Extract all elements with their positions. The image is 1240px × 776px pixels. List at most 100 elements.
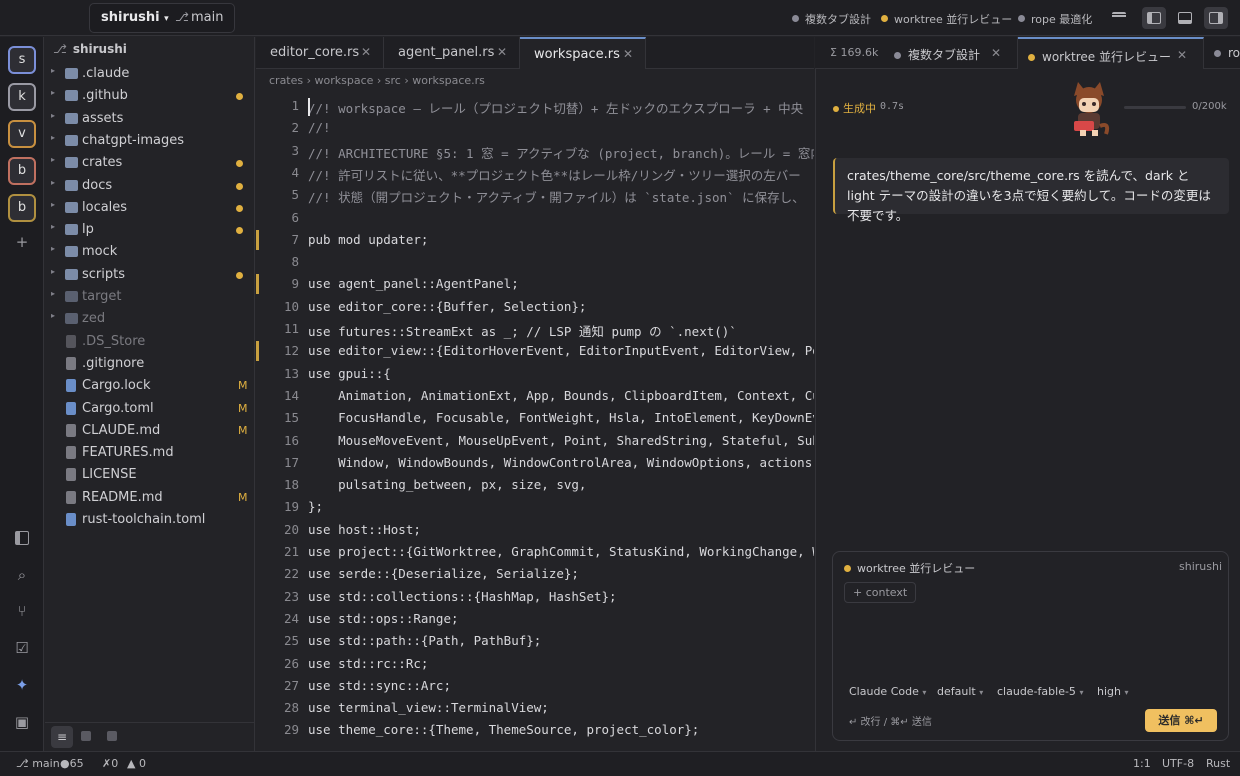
encoding[interactable]: UTF-8 bbox=[1162, 757, 1194, 770]
tree-item[interactable]: ▸ mock bbox=[46, 241, 254, 263]
code-line: use std::sync::Arc; bbox=[308, 677, 451, 693]
line-number: 4 bbox=[291, 164, 299, 180]
close-icon[interactable]: ✕ bbox=[497, 45, 507, 59]
agent-icon[interactable]: ✦ bbox=[13, 676, 31, 694]
elapsed-time: 0.7s bbox=[880, 101, 905, 112]
tree-item[interactable]: LICENSE bbox=[46, 464, 254, 486]
changes-count[interactable]: ●65 bbox=[60, 757, 84, 770]
grid-view-icon[interactable] bbox=[81, 731, 91, 741]
tree-item[interactable]: ▸ chatgpt-images bbox=[46, 130, 254, 152]
add-context-button[interactable]: + context bbox=[844, 582, 917, 603]
tree-item-label: FEATURES.md bbox=[82, 445, 174, 461]
tree-item[interactable]: ▸ zed bbox=[46, 308, 254, 330]
tab-agent-panel[interactable]: agent_panel.rs ✕ bbox=[384, 37, 520, 69]
tree-item[interactable]: ▸ target bbox=[46, 286, 254, 308]
workspace-k[interactable]: k bbox=[8, 83, 36, 111]
tree-item[interactable]: ▸ scripts bbox=[46, 264, 254, 286]
toggle-right-dock-button[interactable] bbox=[1204, 7, 1228, 29]
workspace-v[interactable]: v bbox=[8, 120, 36, 148]
cursor-position[interactable]: 1:1 bbox=[1133, 757, 1151, 770]
tree-item[interactable]: Cargo.lock M bbox=[46, 375, 254, 397]
toggle-left-dock-button[interactable] bbox=[1142, 7, 1166, 29]
layout-toggle-button[interactable] bbox=[1107, 7, 1131, 29]
close-icon[interactable]: ✕ bbox=[1177, 48, 1187, 62]
tree-item-label: .claude bbox=[82, 66, 130, 81]
close-icon[interactable]: ✕ bbox=[623, 47, 633, 61]
mode-select[interactable]: default ▾ bbox=[937, 685, 983, 698]
modified-dot-icon bbox=[236, 204, 243, 212]
chevron-right-icon: ▸ bbox=[51, 222, 56, 232]
status-dot-icon bbox=[1028, 54, 1035, 61]
code-line: pub mod updater; bbox=[308, 231, 429, 247]
agent-select[interactable]: Claude Code ▾ bbox=[849, 685, 926, 698]
tree-item[interactable]: ▸ .claude bbox=[46, 63, 254, 85]
code-line: Window, WindowBounds, WindowControlArea,… bbox=[338, 454, 814, 470]
file-icon bbox=[66, 446, 76, 460]
tree-item[interactable]: .gitignore bbox=[46, 353, 254, 375]
line-number: 21 bbox=[283, 544, 299, 559]
file-icon bbox=[66, 379, 76, 393]
code-line: use std::ops::Range; bbox=[308, 610, 459, 626]
agent-tab-multitab[interactable]: 複数タブ設計 ✕ bbox=[884, 37, 1018, 69]
tree-item[interactable]: ▸ assets bbox=[46, 108, 254, 130]
sidebar-icon[interactable] bbox=[13, 529, 31, 547]
language[interactable]: Rust bbox=[1206, 757, 1230, 770]
search-icon[interactable]: ⌕ bbox=[13, 566, 31, 584]
tree-item[interactable]: Cargo.toml M bbox=[46, 398, 254, 420]
breadcrumb[interactable]: crates › workspace › src › workspace.rs bbox=[269, 74, 485, 87]
tree-item[interactable]: ▸ locales bbox=[46, 197, 254, 219]
code-line: pulsating_between, px, size, svg, bbox=[308, 477, 587, 493]
agent-tab-worktree[interactable]: worktree 並行レビュー ✕ bbox=[1018, 37, 1204, 69]
line-number: 13 bbox=[283, 365, 299, 381]
workspace-b2[interactable]: b bbox=[8, 194, 36, 222]
line-number: 8 bbox=[291, 254, 299, 270]
project-name: shirushi ▾ bbox=[101, 10, 169, 25]
tree-item[interactable]: ▸ .github bbox=[46, 85, 254, 107]
tree-item[interactable]: rust-toolchain.toml bbox=[46, 509, 254, 531]
code-line: use futures::StreamExt as _; // LSP 通知 p… bbox=[308, 324, 737, 339]
line-number: 7 bbox=[291, 231, 299, 247]
list-view-icon[interactable]: ≡ bbox=[51, 726, 73, 748]
close-icon[interactable]: ✕ bbox=[991, 46, 1001, 60]
workspace-s[interactable]: s bbox=[8, 46, 36, 74]
effort-select[interactable]: high ▾ bbox=[1097, 685, 1129, 698]
tab-editor-core[interactable]: editor_core.rs ✕ bbox=[256, 37, 384, 69]
tree-item[interactable]: ▸ lp bbox=[46, 219, 254, 241]
line-number: 2 bbox=[291, 120, 299, 136]
prompt-input[interactable] bbox=[844, 610, 1220, 676]
agent-tab-rope[interactable]: ro bbox=[1204, 37, 1240, 69]
modified-dot-icon bbox=[236, 93, 243, 101]
warning-count[interactable]: ▲ 0 bbox=[127, 757, 146, 770]
line-number: 15 bbox=[283, 410, 299, 426]
tree-item[interactable]: FEATURES.md bbox=[46, 442, 254, 464]
column-view-icon[interactable] bbox=[107, 731, 117, 741]
task-chip-worktree[interactable]: worktree 並行レビュー bbox=[881, 11, 1012, 27]
task-chip-rope[interactable]: rope 最適化 bbox=[1018, 11, 1092, 27]
tree-item[interactable]: ▸ docs bbox=[46, 175, 254, 197]
close-icon[interactable]: ✕ bbox=[361, 45, 371, 59]
git-branch-icon[interactable]: ⑂ bbox=[13, 602, 31, 620]
tree-item[interactable]: CLAUDE.md M bbox=[46, 420, 254, 442]
line-number: 25 bbox=[283, 633, 299, 649]
send-button[interactable]: 送信 ⌘↵ bbox=[1145, 709, 1217, 732]
tree-item[interactable]: .DS_Store bbox=[46, 331, 254, 353]
toggle-bottom-dock-button[interactable] bbox=[1173, 7, 1197, 29]
tab-workspace[interactable]: workspace.rs ✕ bbox=[520, 37, 646, 69]
branch-status[interactable]: ⎇ main bbox=[16, 757, 60, 770]
git-status-badge: M bbox=[238, 423, 248, 437]
status-dot-icon bbox=[1214, 50, 1221, 57]
model-select[interactable]: claude-fable-5 ▾ bbox=[997, 685, 1083, 698]
tree-item[interactable]: ▸ crates bbox=[46, 152, 254, 174]
code-line: //! 許可リストに従い、**プロジェクト色**はレール枠/リング・ツリー選択の… bbox=[308, 167, 801, 183]
code-area[interactable]: 1 //! workspace — レール（プロジェクト切替）+ 左ドックのエクス… bbox=[256, 95, 814, 751]
branch-name[interactable]: main bbox=[191, 10, 223, 25]
error-count[interactable]: ✗0 bbox=[102, 757, 118, 770]
tasks-icon[interactable]: ☑ bbox=[13, 639, 31, 657]
tree-item[interactable]: README.md M bbox=[46, 487, 254, 509]
keyboard-hint: ↵ 改行 / ⌘↵ 送信 bbox=[849, 717, 932, 728]
add-workspace-icon[interactable]: + bbox=[13, 233, 31, 251]
terminal-icon[interactable]: ▣ bbox=[13, 713, 31, 731]
workspace-b1[interactable]: b bbox=[8, 157, 36, 185]
code-line: use editor_view::{EditorHoverEvent, Edit… bbox=[308, 343, 814, 359]
task-chip-multitab[interactable]: 複数タブ設計 bbox=[792, 11, 871, 27]
